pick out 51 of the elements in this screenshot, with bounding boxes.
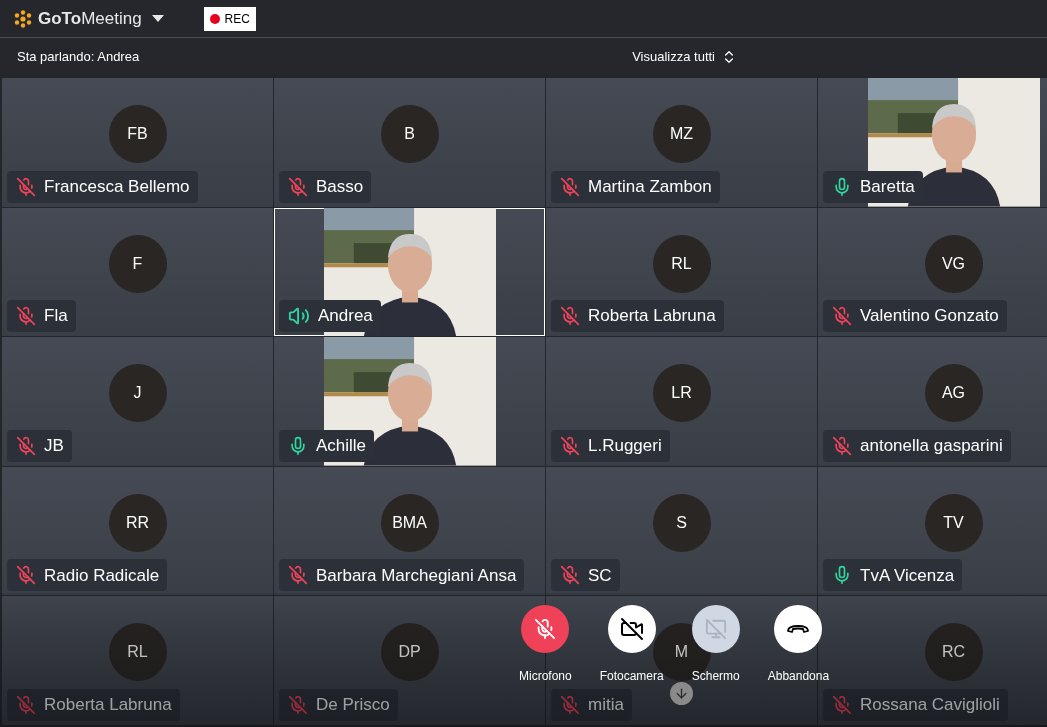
initials-avatar: J: [108, 364, 167, 423]
muted-mic-icon: [534, 618, 557, 640]
participant-name: SC: [588, 564, 612, 587]
initials-avatar: RL: [652, 234, 711, 293]
initials-avatar: F: [108, 234, 167, 293]
hang-up-icon: [786, 624, 811, 634]
speaker-status: Sta parlando: Andrea: [17, 48, 140, 67]
participant-name: Radio Radicale: [44, 564, 160, 587]
participant-name: Baretta: [860, 175, 915, 198]
arrow-down-icon: [674, 686, 689, 701]
participant-name: JB: [44, 435, 64, 458]
app-logo: GoToMeeting: [38, 7, 142, 30]
initials-avatar: VG: [924, 234, 983, 293]
control-label: Microfono: [519, 668, 572, 685]
view-all-toggle[interactable]: Visualizza tutti: [632, 47, 737, 67]
initials-avatar: BMA: [380, 493, 439, 552]
participant-name: Basso: [316, 175, 364, 198]
initials-avatar: LR: [652, 364, 711, 423]
participant-name: antonella gasparini: [860, 435, 1003, 458]
initials-avatar: DP: [380, 623, 439, 682]
participant-name: mitia: [588, 694, 624, 717]
participant-name: Roberta Labruna: [44, 694, 172, 717]
initials-avatar: RR: [108, 493, 167, 552]
participant-name: L.Ruggeri: [588, 435, 662, 458]
participant-name: Fla: [44, 305, 68, 328]
initials-avatar: FB: [108, 105, 167, 163]
participant-name: Martina Zambon: [588, 175, 712, 198]
participant-name: Andrea: [318, 305, 373, 328]
initials-avatar: TV: [924, 493, 983, 552]
participant-name: Francesca Bellemo: [44, 175, 190, 198]
participant-name: Valentino Gonzato: [860, 305, 999, 328]
participant-name: De Prisco: [316, 694, 390, 717]
logo-icon: [14, 9, 32, 28]
participant-name: TvA Vicenza: [860, 564, 955, 587]
screen-off-icon: [704, 618, 727, 640]
initials-avatar: B: [380, 105, 439, 163]
camera-off-icon: [619, 617, 644, 641]
participant-name: Achille: [316, 435, 367, 458]
initials-avatar: RC: [924, 623, 983, 682]
participant-name: Roberta Labruna: [588, 305, 716, 328]
rec-label: REC: [224, 10, 250, 28]
initials-avatar: MZ: [652, 105, 711, 163]
control-label: Abbandona: [767, 668, 830, 685]
participant-name: Barbara Marchegiani Ansa: [316, 564, 517, 587]
initials-avatar: S: [652, 493, 711, 552]
initials-avatar: AG: [924, 364, 983, 423]
participant-name: Rossana Caviglioli: [860, 694, 1000, 717]
leave-control[interactable]: Abbandona: [767, 605, 830, 685]
mic-control[interactable]: Microfono: [519, 605, 572, 685]
caret-icon[interactable]: [151, 14, 164, 23]
initials-avatar: RL: [108, 623, 167, 682]
